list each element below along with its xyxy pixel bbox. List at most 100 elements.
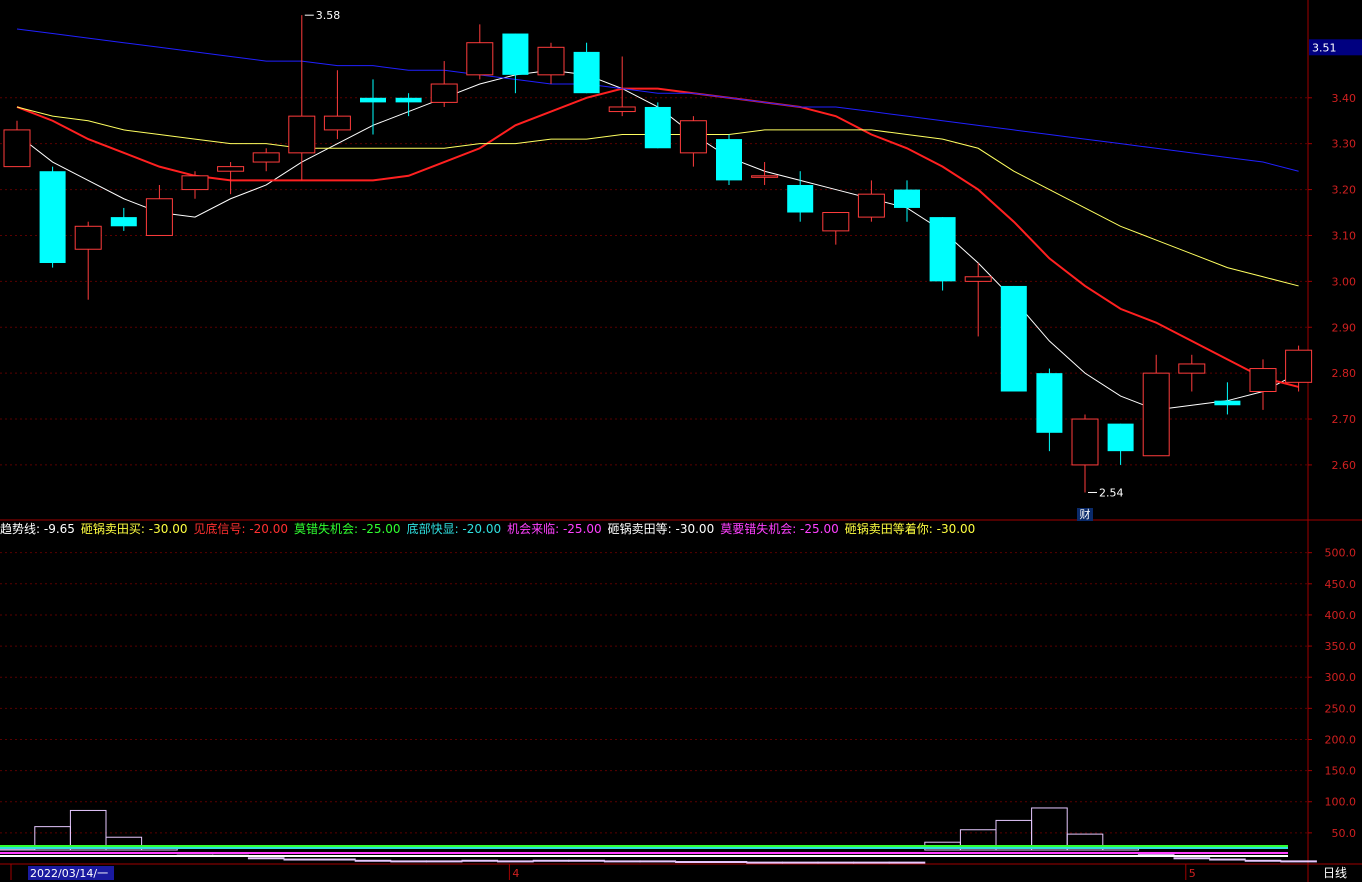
candle-body (716, 139, 742, 181)
price-tick-label: 3.40 (1332, 92, 1357, 105)
time-axis-label: 5 (1189, 867, 1196, 880)
price-tick-label: 2.60 (1332, 459, 1357, 472)
indicator-bar (425, 860, 463, 863)
indicator-bar (1244, 859, 1282, 862)
candle-body (323, 115, 351, 131)
candle-body (1000, 285, 1027, 392)
legend-item: 底部快显: -20.00 (406, 522, 502, 536)
current-price-label: 3.51 (1312, 41, 1337, 54)
indicator-tick-label: 200.0 (1325, 733, 1357, 746)
indicator-bar (888, 861, 926, 864)
indicator-bar (603, 860, 641, 863)
candle-body (894, 189, 920, 208)
time-axis-label: 2022/03/14/一 (30, 867, 108, 880)
legend-item: 莫要错失机会: -25.00 (720, 522, 839, 536)
indicator-tick-label: 300.0 (1325, 671, 1357, 684)
legend-item: 砸锅卖田买: -30.00 (80, 522, 188, 536)
candle-body (1036, 373, 1063, 433)
price-tick-label: 2.70 (1332, 413, 1357, 426)
candle-body (1071, 418, 1099, 466)
candle-body (395, 97, 422, 103)
moving-average-line (16, 28, 1299, 172)
candle-body (751, 175, 779, 178)
indicator-bar (675, 861, 712, 864)
indicator-bar (497, 860, 534, 863)
candle-body (1249, 368, 1277, 392)
indicator-tick-label: 50.0 (1332, 827, 1357, 840)
period-label: 日线 (1323, 866, 1347, 880)
price-tick-label: 3.00 (1332, 275, 1357, 288)
candle-body (822, 212, 850, 232)
indicator-bar (532, 859, 570, 862)
time-axis-label: 4 (512, 867, 519, 880)
indicator-tick-label: 400.0 (1325, 609, 1357, 622)
candle-body (573, 51, 600, 94)
candle-body (1107, 423, 1134, 452)
candle-body (1142, 372, 1170, 457)
candle-body (1214, 400, 1241, 406)
legend-item: 机会来临: -25.00 (507, 522, 602, 536)
candle-body (1178, 363, 1206, 374)
indicator-bar (461, 859, 499, 862)
annotation-label: 2.54 (1099, 486, 1124, 499)
candle-body (252, 152, 280, 163)
legend-item: 莫错失机会: -25.00 (294, 522, 401, 536)
indicator-tick-label: 250.0 (1325, 702, 1357, 715)
candle-body (929, 217, 956, 282)
candle-body (857, 193, 885, 218)
legend-item: 见底信号: -20.00 (193, 522, 289, 536)
price-tick-label: 3.30 (1332, 138, 1357, 151)
indicator-bar (817, 861, 855, 864)
indicator-bar (568, 859, 605, 862)
stock-chart[interactable]: 3.40 3.30 3.20 3.10 3.00 2.90 2.80 2.70 2.60 3.51… (0, 0, 1362, 882)
candle-body (608, 106, 636, 113)
indicator-bar (1209, 858, 1246, 861)
candle-body (537, 46, 565, 76)
price-tick-label: 3.20 (1332, 184, 1357, 197)
indicator-tick-label: 450.0 (1325, 578, 1357, 591)
annotation-badge-label: 财 (1080, 507, 1091, 521)
legend-item: 砸锅卖田等: -30.00 (607, 522, 715, 536)
indicator-bar (390, 860, 427, 863)
indicator-tick-label: 350.0 (1325, 640, 1357, 653)
legend-item: 砸锅卖田等着你: -30.00 (844, 522, 976, 536)
indicator-bar (781, 861, 819, 864)
candle-body (74, 225, 102, 250)
indicator-bar (69, 809, 107, 851)
indicator-bar (1031, 807, 1068, 851)
candle-body (644, 106, 671, 149)
indicator-bar (354, 859, 392, 862)
candle-body (466, 42, 494, 76)
indicator-bar (1280, 860, 1317, 863)
indicator-bar (710, 861, 748, 864)
candle-body (430, 83, 458, 103)
candle-body (787, 184, 814, 213)
indicator-legend: 趋势线: -9.65 砸锅卖田买: -30.00 见底信号: -20.00 莫错失机会… (0, 521, 981, 537)
candle-body (679, 120, 707, 154)
indicator-bar (853, 861, 890, 864)
candle-body (964, 276, 992, 282)
candle-body (288, 115, 316, 154)
candle-body (110, 217, 137, 227)
candle-body (181, 175, 209, 191)
indicator-tick-label: 150.0 (1325, 765, 1357, 778)
price-tick-label: 3.10 (1332, 229, 1357, 242)
indicator-bar (319, 858, 356, 861)
candle-body (360, 97, 386, 103)
indicator-bar (746, 861, 783, 864)
legend-item: 趋势线: -9.65 (0, 522, 75, 536)
price-tick-label: 2.90 (1332, 321, 1357, 334)
indicator-bar (639, 860, 677, 863)
price-tick-label: 2.80 (1332, 367, 1357, 380)
indicator-bar (283, 858, 321, 861)
candle-body (145, 198, 173, 236)
candle-body (502, 33, 529, 75)
annotation-label: 3.58 (316, 9, 341, 22)
indicator-bar (247, 857, 285, 860)
indicator-tick-label: 500.0 (1325, 547, 1357, 560)
indicator-bar (1173, 857, 1211, 860)
candle-body (1285, 349, 1313, 383)
candle-body (39, 171, 66, 263)
candle-body (3, 129, 31, 168)
candle-body (217, 166, 245, 172)
